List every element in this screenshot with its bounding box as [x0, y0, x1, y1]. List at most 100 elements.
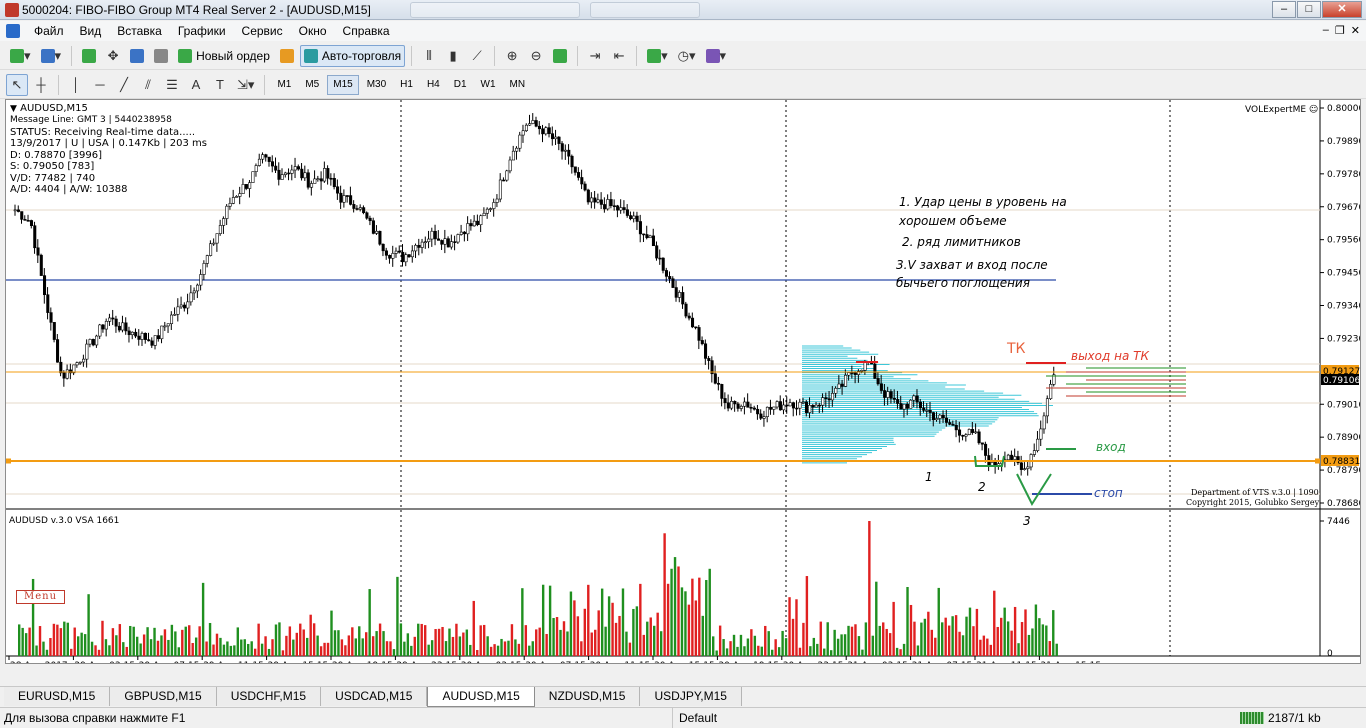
new-order-button[interactable]: Новый ордер: [174, 45, 274, 67]
text-label-button[interactable]: T: [209, 74, 231, 96]
autotrading-button[interactable]: Авто-торговля: [299, 44, 406, 67]
menu-window[interactable]: Окно: [291, 21, 335, 41]
text-icon: A: [191, 76, 201, 92]
timeframe-d1-button[interactable]: D1: [448, 75, 473, 95]
bear-candle: [795, 407, 799, 410]
equidistant-channel-button[interactable]: ⫽: [137, 74, 159, 96]
cursor-tool-button[interactable]: ↖: [6, 73, 28, 96]
trendline-button[interactable]: ╱: [113, 74, 135, 96]
tab-usdcad[interactable]: USDCAD,M15: [321, 687, 428, 706]
bear-candle: [147, 339, 151, 342]
tab-audusd[interactable]: AUDUSD,M15: [427, 687, 535, 707]
periods-button[interactable]: ◷ ▾: [674, 45, 700, 67]
volume-bar-down: [191, 643, 194, 656]
price-tick-label: 0.79450: [1327, 269, 1360, 279]
chart-window[interactable]: 0.80000 0.79890 0.79780 0.79670 0.79560 0.794…: [5, 99, 1361, 664]
volume-bar-down: [28, 627, 31, 656]
vertical-line-button[interactable]: │: [65, 74, 87, 96]
timeframe-h4-button[interactable]: H4: [421, 75, 446, 95]
candlestick-button[interactable]: ▮: [442, 45, 464, 67]
menu-view[interactable]: Вид: [72, 21, 110, 41]
text-tool-button[interactable]: A: [185, 74, 207, 96]
tile-windows-button[interactable]: [549, 45, 571, 67]
chart-shift-button[interactable]: ⇤: [608, 45, 630, 67]
bear-candle: [244, 184, 248, 189]
navigator-button[interactable]: ✥: [102, 45, 124, 67]
market-watch-button[interactable]: [78, 45, 100, 67]
auto-scroll-icon: ⇥: [589, 47, 601, 63]
volume-bar-up: [684, 591, 687, 656]
volume-bar-up: [600, 588, 604, 656]
tab-usdjpy[interactable]: USDJPY,M15: [640, 687, 742, 706]
auto-scroll-button[interactable]: ⇥: [584, 45, 606, 67]
menu-tools[interactable]: Сервис: [234, 21, 291, 41]
profiles-button[interactable]: ▾: [37, 45, 66, 67]
volume-bar-down: [791, 618, 795, 656]
timeframe-m15-button[interactable]: M15: [327, 74, 359, 95]
bull-candle: [394, 250, 398, 254]
volume-bar-up: [507, 640, 510, 656]
timeframe-mn-button[interactable]: MN: [504, 75, 532, 95]
timeframe-w1-button[interactable]: W1: [475, 75, 502, 95]
connection-status[interactable]: 2187/1 kb: [1240, 711, 1321, 725]
mdi-minimize-button[interactable]: –: [1323, 24, 1329, 37]
bear-candle: [570, 155, 574, 168]
volume-bar-down: [979, 639, 982, 656]
volume-bar-down: [101, 620, 104, 656]
time-tick-label: 31 Aug 07:15: [912, 661, 973, 663]
volume-bar-down: [1013, 606, 1017, 656]
maximize-button[interactable]: □: [1297, 1, 1321, 18]
bear-candle: [326, 168, 330, 179]
tab-eurusd[interactable]: EURUSD,M15: [4, 687, 111, 706]
tab-usdchf[interactable]: USDCHF,M15: [216, 687, 322, 706]
timeframe-m30-button[interactable]: M30: [361, 75, 392, 95]
mdi-close-button[interactable]: ✕: [1351, 24, 1360, 37]
volume-bar-up: [229, 645, 233, 656]
fibonacci-button[interactable]: ☰: [161, 74, 183, 96]
zoom-in-button[interactable]: ⊕: [501, 45, 523, 67]
timeframe-h1-button[interactable]: H1: [394, 75, 419, 95]
indicator-menu-button[interactable]: Menu: [16, 590, 65, 604]
bear-candle: [437, 238, 441, 241]
note-2: 2. ряд лимитников: [902, 235, 1021, 249]
line-chart-button[interactable]: ⟋: [466, 45, 488, 67]
bull-candle: [1036, 438, 1040, 451]
time-tick-label: 30 Aug 07:15: [525, 661, 586, 663]
bear-candle: [704, 343, 708, 359]
bear-candle: [778, 401, 782, 411]
volume-bar-up: [375, 631, 378, 656]
bear-candle: [345, 195, 349, 197]
timeframe-m1-button[interactable]: M1: [271, 75, 297, 95]
menu-charts[interactable]: Графики: [170, 21, 234, 41]
menu-insert[interactable]: Вставка: [109, 21, 170, 41]
zoom-out-button[interactable]: ⊖: [525, 45, 547, 67]
terminal-button[interactable]: [150, 45, 172, 67]
indicators-button[interactable]: ▾: [643, 45, 672, 67]
horizontal-line-button[interactable]: ─: [89, 74, 111, 96]
tab-gbpusd[interactable]: GBPUSD,M15: [110, 687, 217, 706]
close-button[interactable]: ✕: [1322, 1, 1362, 18]
data-window-button[interactable]: [126, 45, 148, 67]
arrows-icon: ⇲: [237, 76, 248, 92]
menu-file[interactable]: Файл: [26, 21, 72, 41]
bull-candle: [410, 250, 415, 258]
mdi-restore-button[interactable]: ❐: [1335, 24, 1345, 37]
bar-chart-button[interactable]: ⫴: [418, 45, 440, 67]
timeframe-m5-button[interactable]: M5: [299, 75, 325, 95]
menu-help[interactable]: Справка: [335, 21, 398, 41]
bull-candle: [531, 120, 535, 124]
volume-bar-up: [635, 606, 639, 656]
arrows-button[interactable]: ⇲ ▾: [233, 74, 258, 96]
metaeditor-button[interactable]: [276, 45, 298, 67]
bull-candle: [153, 335, 157, 346]
minimize-button[interactable]: –: [1272, 1, 1296, 18]
volume-bar-up: [358, 626, 361, 656]
volume-bar-up: [823, 648, 826, 656]
volume-bar-down: [323, 642, 326, 656]
price-chart-canvas[interactable]: 0.80000 0.79890 0.79780 0.79670 0.79560 0.794…: [6, 100, 1360, 663]
crosshair-tool-button[interactable]: ┼: [30, 74, 52, 96]
new-chart-button[interactable]: ▾: [6, 45, 35, 67]
tab-nzdusd[interactable]: NZDUSD,M15: [534, 687, 641, 706]
templates-button[interactable]: ▾: [702, 45, 731, 67]
volume-bar-down: [656, 612, 659, 656]
